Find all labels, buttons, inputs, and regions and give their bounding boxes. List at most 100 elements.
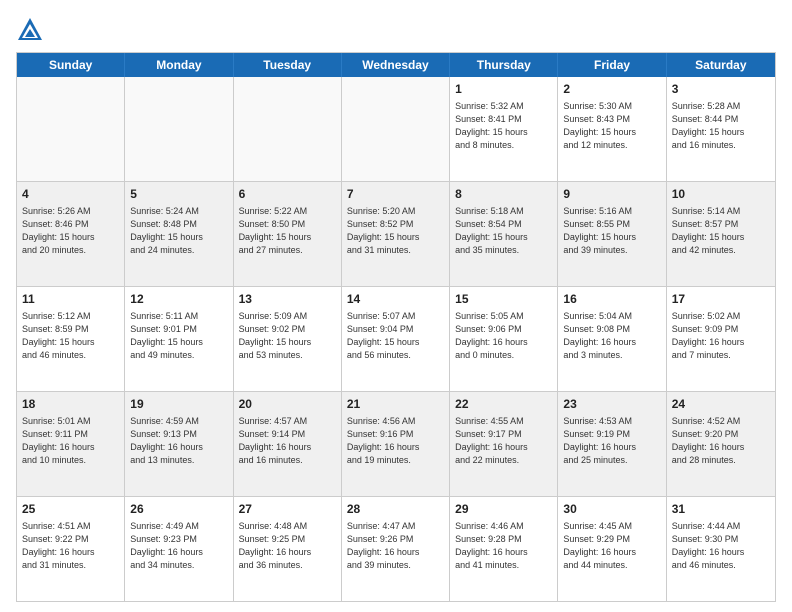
day-info: Sunrise: 5:01 AM Sunset: 9:11 PM Dayligh… xyxy=(22,415,119,467)
calendar-cell: 10 Sunrise: 5:14 AM Sunset: 8:57 PM Dayli… xyxy=(667,182,775,286)
day-info: Sunrise: 4:57 AM Sunset: 9:14 PM Dayligh… xyxy=(239,415,336,467)
day-info: Sunrise: 5:11 AM Sunset: 9:01 PM Dayligh… xyxy=(130,310,227,362)
day-info: Sunrise: 5:32 AM Sunset: 8:41 PM Dayligh… xyxy=(455,100,552,152)
calendar-cell: 17 Sunrise: 5:02 AM Sunset: 9:09 PM Dayli… xyxy=(667,287,775,391)
calendar-row: 4 Sunrise: 5:26 AM Sunset: 8:46 PM Daylig… xyxy=(17,181,775,286)
day-info: Sunrise: 4:59 AM Sunset: 9:13 PM Dayligh… xyxy=(130,415,227,467)
calendar-cell: 12 Sunrise: 5:11 AM Sunset: 9:01 PM Dayli… xyxy=(125,287,233,391)
day-number: 9 xyxy=(563,186,660,203)
calendar-cell: 20 Sunrise: 4:57 AM Sunset: 9:14 PM Dayli… xyxy=(234,392,342,496)
day-number: 22 xyxy=(455,396,552,413)
day-info: Sunrise: 5:02 AM Sunset: 9:09 PM Dayligh… xyxy=(672,310,770,362)
logo-icon xyxy=(16,16,44,44)
calendar-row: 25 Sunrise: 4:51 AM Sunset: 9:22 PM Dayli… xyxy=(17,496,775,601)
day-info: Sunrise: 4:48 AM Sunset: 9:25 PM Dayligh… xyxy=(239,520,336,572)
calendar-cell: 7 Sunrise: 5:20 AM Sunset: 8:52 PM Daylig… xyxy=(342,182,450,286)
calendar-cell: 9 Sunrise: 5:16 AM Sunset: 8:55 PM Daylig… xyxy=(558,182,666,286)
day-info: Sunrise: 5:18 AM Sunset: 8:54 PM Dayligh… xyxy=(455,205,552,257)
calendar: SundayMondayTuesdayWednesdayThursdayFrid… xyxy=(16,52,776,602)
day-info: Sunrise: 4:56 AM Sunset: 9:16 PM Dayligh… xyxy=(347,415,444,467)
day-info: Sunrise: 4:53 AM Sunset: 9:19 PM Dayligh… xyxy=(563,415,660,467)
day-info: Sunrise: 5:26 AM Sunset: 8:46 PM Dayligh… xyxy=(22,205,119,257)
day-number: 11 xyxy=(22,291,119,308)
day-number: 31 xyxy=(672,501,770,518)
day-number: 7 xyxy=(347,186,444,203)
day-number: 12 xyxy=(130,291,227,308)
calendar-header: SundayMondayTuesdayWednesdayThursdayFrid… xyxy=(17,53,775,77)
day-info: Sunrise: 4:51 AM Sunset: 9:22 PM Dayligh… xyxy=(22,520,119,572)
day-info: Sunrise: 5:09 AM Sunset: 9:02 PM Dayligh… xyxy=(239,310,336,362)
day-info: Sunrise: 5:22 AM Sunset: 8:50 PM Dayligh… xyxy=(239,205,336,257)
calendar-cell: 2 Sunrise: 5:30 AM Sunset: 8:43 PM Daylig… xyxy=(558,77,666,181)
calendar-row: 18 Sunrise: 5:01 AM Sunset: 9:11 PM Dayli… xyxy=(17,391,775,496)
day-info: Sunrise: 5:16 AM Sunset: 8:55 PM Dayligh… xyxy=(563,205,660,257)
day-number: 19 xyxy=(130,396,227,413)
day-number: 8 xyxy=(455,186,552,203)
calendar-cell: 25 Sunrise: 4:51 AM Sunset: 9:22 PM Dayli… xyxy=(17,497,125,601)
calendar-row: 1 Sunrise: 5:32 AM Sunset: 8:41 PM Daylig… xyxy=(17,77,775,181)
calendar-cell: 15 Sunrise: 5:05 AM Sunset: 9:06 PM Dayli… xyxy=(450,287,558,391)
day-number: 30 xyxy=(563,501,660,518)
calendar-cell: 28Sunrise: 4:47 AM Sunset: 9:26 PM Dayli… xyxy=(342,497,450,601)
calendar-body: 1 Sunrise: 5:32 AM Sunset: 8:41 PM Daylig… xyxy=(17,77,775,601)
day-number: 18 xyxy=(22,396,119,413)
day-info: Sunrise: 4:49 AM Sunset: 9:23 PM Dayligh… xyxy=(130,520,227,572)
day-number: 2 xyxy=(563,81,660,98)
calendar-cell: 24Sunrise: 4:52 AM Sunset: 9:20 PM Dayli… xyxy=(667,392,775,496)
day-number: 24 xyxy=(672,396,770,413)
day-number: 20 xyxy=(239,396,336,413)
calendar-cell: 22 Sunrise: 4:55 AM Sunset: 9:17 PM Dayli… xyxy=(450,392,558,496)
day-number: 4 xyxy=(22,186,119,203)
header-day-sunday: Sunday xyxy=(17,53,125,77)
day-number: 25 xyxy=(22,501,119,518)
calendar-cell: 11 Sunrise: 5:12 AM Sunset: 8:59 PM Dayli… xyxy=(17,287,125,391)
calendar-cell: 19 Sunrise: 4:59 AM Sunset: 9:13 PM Dayli… xyxy=(125,392,233,496)
calendar-cell: 21 Sunrise: 4:56 AM Sunset: 9:16 PM Dayli… xyxy=(342,392,450,496)
calendar-cell: 23 Sunrise: 4:53 AM Sunset: 9:19 PM Dayli… xyxy=(558,392,666,496)
calendar-cell: 29 Sunrise: 4:46 AM Sunset: 9:28 PM Dayli… xyxy=(450,497,558,601)
header-day-tuesday: Tuesday xyxy=(234,53,342,77)
day-info: Sunrise: 5:30 AM Sunset: 8:43 PM Dayligh… xyxy=(563,100,660,152)
day-info: Sunrise: 5:04 AM Sunset: 9:08 PM Dayligh… xyxy=(563,310,660,362)
calendar-row: 11 Sunrise: 5:12 AM Sunset: 8:59 PM Dayli… xyxy=(17,286,775,391)
day-number: 23 xyxy=(563,396,660,413)
header-day-monday: Monday xyxy=(125,53,233,77)
day-number: 10 xyxy=(672,186,770,203)
day-number: 15 xyxy=(455,291,552,308)
day-number: 29 xyxy=(455,501,552,518)
calendar-cell: 14 Sunrise: 5:07 AM Sunset: 9:04 PM Dayli… xyxy=(342,287,450,391)
header-day-thursday: Thursday xyxy=(450,53,558,77)
calendar-cell: 16Sunrise: 5:04 AM Sunset: 9:08 PM Dayli… xyxy=(558,287,666,391)
day-number: 1 xyxy=(455,81,552,98)
calendar-cell: 18 Sunrise: 5:01 AM Sunset: 9:11 PM Dayli… xyxy=(17,392,125,496)
calendar-cell xyxy=(17,77,125,181)
day-info: Sunrise: 5:20 AM Sunset: 8:52 PM Dayligh… xyxy=(347,205,444,257)
calendar-cell: 31Sunrise: 4:44 AM Sunset: 9:30 PM Dayli… xyxy=(667,497,775,601)
day-number: 17 xyxy=(672,291,770,308)
calendar-cell: 1 Sunrise: 5:32 AM Sunset: 8:41 PM Daylig… xyxy=(450,77,558,181)
day-number: 5 xyxy=(130,186,227,203)
day-number: 3 xyxy=(672,81,770,98)
calendar-cell: 30 Sunrise: 4:45 AM Sunset: 9:29 PM Dayli… xyxy=(558,497,666,601)
calendar-cell: 27Sunrise: 4:48 AM Sunset: 9:25 PM Dayli… xyxy=(234,497,342,601)
day-info: Sunrise: 4:45 AM Sunset: 9:29 PM Dayligh… xyxy=(563,520,660,572)
day-number: 6 xyxy=(239,186,336,203)
day-info: Sunrise: 4:55 AM Sunset: 9:17 PM Dayligh… xyxy=(455,415,552,467)
calendar-cell xyxy=(125,77,233,181)
day-number: 14 xyxy=(347,291,444,308)
page-header xyxy=(16,16,776,44)
day-info: Sunrise: 5:12 AM Sunset: 8:59 PM Dayligh… xyxy=(22,310,119,362)
header-day-saturday: Saturday xyxy=(667,53,775,77)
day-info: Sunrise: 5:05 AM Sunset: 9:06 PM Dayligh… xyxy=(455,310,552,362)
day-number: 13 xyxy=(239,291,336,308)
day-info: Sunrise: 5:07 AM Sunset: 9:04 PM Dayligh… xyxy=(347,310,444,362)
calendar-cell: 26Sunrise: 4:49 AM Sunset: 9:23 PM Dayli… xyxy=(125,497,233,601)
calendar-cell: 4 Sunrise: 5:26 AM Sunset: 8:46 PM Daylig… xyxy=(17,182,125,286)
day-number: 21 xyxy=(347,396,444,413)
day-info: Sunrise: 4:46 AM Sunset: 9:28 PM Dayligh… xyxy=(455,520,552,572)
calendar-cell xyxy=(234,77,342,181)
day-info: Sunrise: 5:28 AM Sunset: 8:44 PM Dayligh… xyxy=(672,100,770,152)
header-day-wednesday: Wednesday xyxy=(342,53,450,77)
calendar-cell: 6 Sunrise: 5:22 AM Sunset: 8:50 PM Daylig… xyxy=(234,182,342,286)
day-info: Sunrise: 5:14 AM Sunset: 8:57 PM Dayligh… xyxy=(672,205,770,257)
